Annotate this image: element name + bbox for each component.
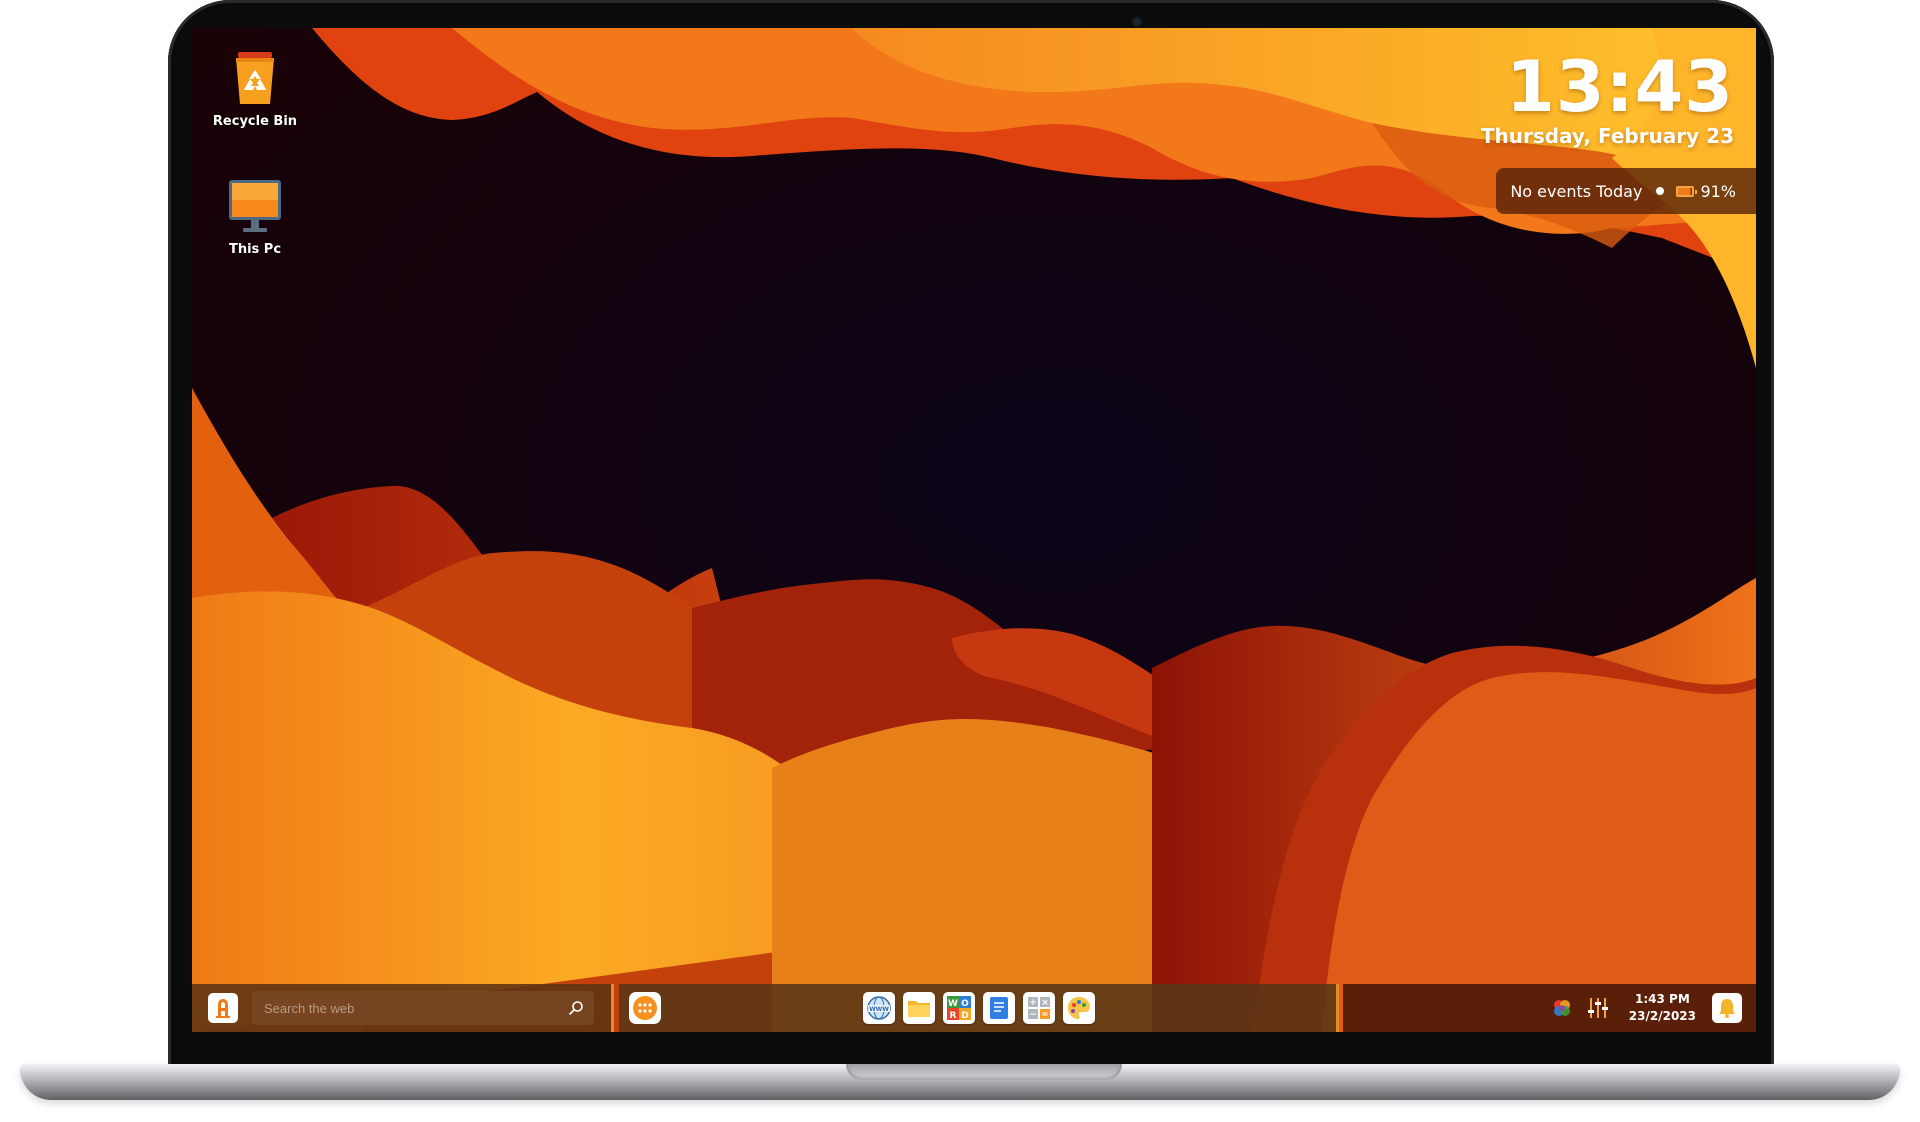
clock-time: 13:43	[1506, 46, 1734, 128]
taskbar-search-section	[192, 984, 614, 1032]
clock-widget: 13:43 Thursday, February 23	[1481, 50, 1734, 148]
bell-icon	[1719, 999, 1735, 1018]
desktop-screen: Recycle Bin This Pc 13:43 Thursday, Febr…	[192, 28, 1756, 1032]
notifications-button[interactable]	[1712, 993, 1742, 1023]
svg-text:R: R	[950, 1011, 957, 1021]
tray-date: 23/2/2023	[1628, 1009, 1696, 1023]
search-icon[interactable]	[568, 1000, 584, 1016]
desktop-icon-this-pc[interactable]: This Pc	[205, 178, 305, 257]
sliders-icon	[1587, 998, 1608, 1018]
apps-grid-icon	[633, 996, 657, 1020]
monitor-icon	[229, 180, 281, 232]
app-dock: WWW W O R D + × − =	[863, 992, 1103, 1024]
battery-icon	[1676, 185, 1698, 197]
paint-icon	[1068, 997, 1090, 1019]
desktop-icon-recycle-bin[interactable]: Recycle Bin	[205, 50, 305, 129]
svg-text:=: =	[1041, 1010, 1049, 1020]
recycle-bin-icon	[236, 52, 274, 104]
laptop-mockup: Recycle Bin This Pc 13:43 Thursday, Febr…	[0, 0, 1920, 1122]
laptop-hinge-notch	[846, 1064, 1122, 1080]
desktop-icon-label: This Pc	[228, 242, 282, 257]
system-tray: 1:43 PM 23/2/2023	[1343, 984, 1756, 1032]
tray-settings-button[interactable]	[1587, 996, 1609, 1020]
tray-color-button[interactable]	[1551, 997, 1573, 1019]
separator-dot	[1656, 187, 1665, 195]
tray-time: 1:43 PM	[1635, 992, 1690, 1006]
events-text: No events Today	[1510, 181, 1643, 201]
svg-text:W: W	[948, 999, 958, 1009]
color-wheel-icon	[1553, 1000, 1570, 1016]
start-button[interactable]	[208, 993, 238, 1023]
start-logo-icon	[216, 999, 230, 1018]
dock-notes[interactable]	[983, 992, 1015, 1024]
dock-file-explorer[interactable]	[903, 992, 935, 1024]
dock-browser[interactable]: WWW	[863, 992, 895, 1024]
events-panel[interactable]: No events Today 91%	[1496, 168, 1756, 214]
svg-text:−: −	[1029, 1010, 1037, 1020]
battery-level: 91%	[1700, 181, 1736, 201]
web-search-box[interactable]	[252, 991, 594, 1025]
laptop-foot	[660, 1094, 666, 1096]
taskbar: WWW W O	[192, 984, 1756, 1032]
word-icon: W O R D	[947, 996, 971, 1021]
search-input[interactable]	[262, 999, 568, 1017]
svg-text:D: D	[961, 1011, 968, 1021]
browser-icon: WWW	[867, 996, 891, 1020]
laptop-base	[20, 1064, 1900, 1100]
file-explorer-icon	[908, 1001, 930, 1017]
svg-text:WWW: WWW	[869, 1006, 889, 1013]
calculator-icon: + × − =	[1028, 997, 1050, 1020]
desktop-icon-label: Recycle Bin	[212, 114, 298, 129]
clock-date: Thursday, February 23	[1480, 124, 1734, 148]
webcam	[1133, 18, 1141, 26]
svg-text:+: +	[1029, 998, 1037, 1008]
dock-paint[interactable]	[1063, 992, 1095, 1024]
svg-text:×: ×	[1041, 998, 1049, 1008]
svg-text:O: O	[961, 999, 969, 1009]
tray-clock[interactable]: 1:43 PM 23/2/2023	[1629, 991, 1696, 1025]
app-launcher-button[interactable]	[629, 992, 661, 1024]
dock-calculator[interactable]: + × − =	[1023, 992, 1055, 1024]
laptop-foot	[1250, 1094, 1256, 1096]
taskbar-dock-section: WWW W O R D + × − =	[619, 984, 1339, 1032]
notes-icon	[990, 997, 1008, 1019]
dock-word[interactable]: W O R D	[943, 992, 975, 1024]
